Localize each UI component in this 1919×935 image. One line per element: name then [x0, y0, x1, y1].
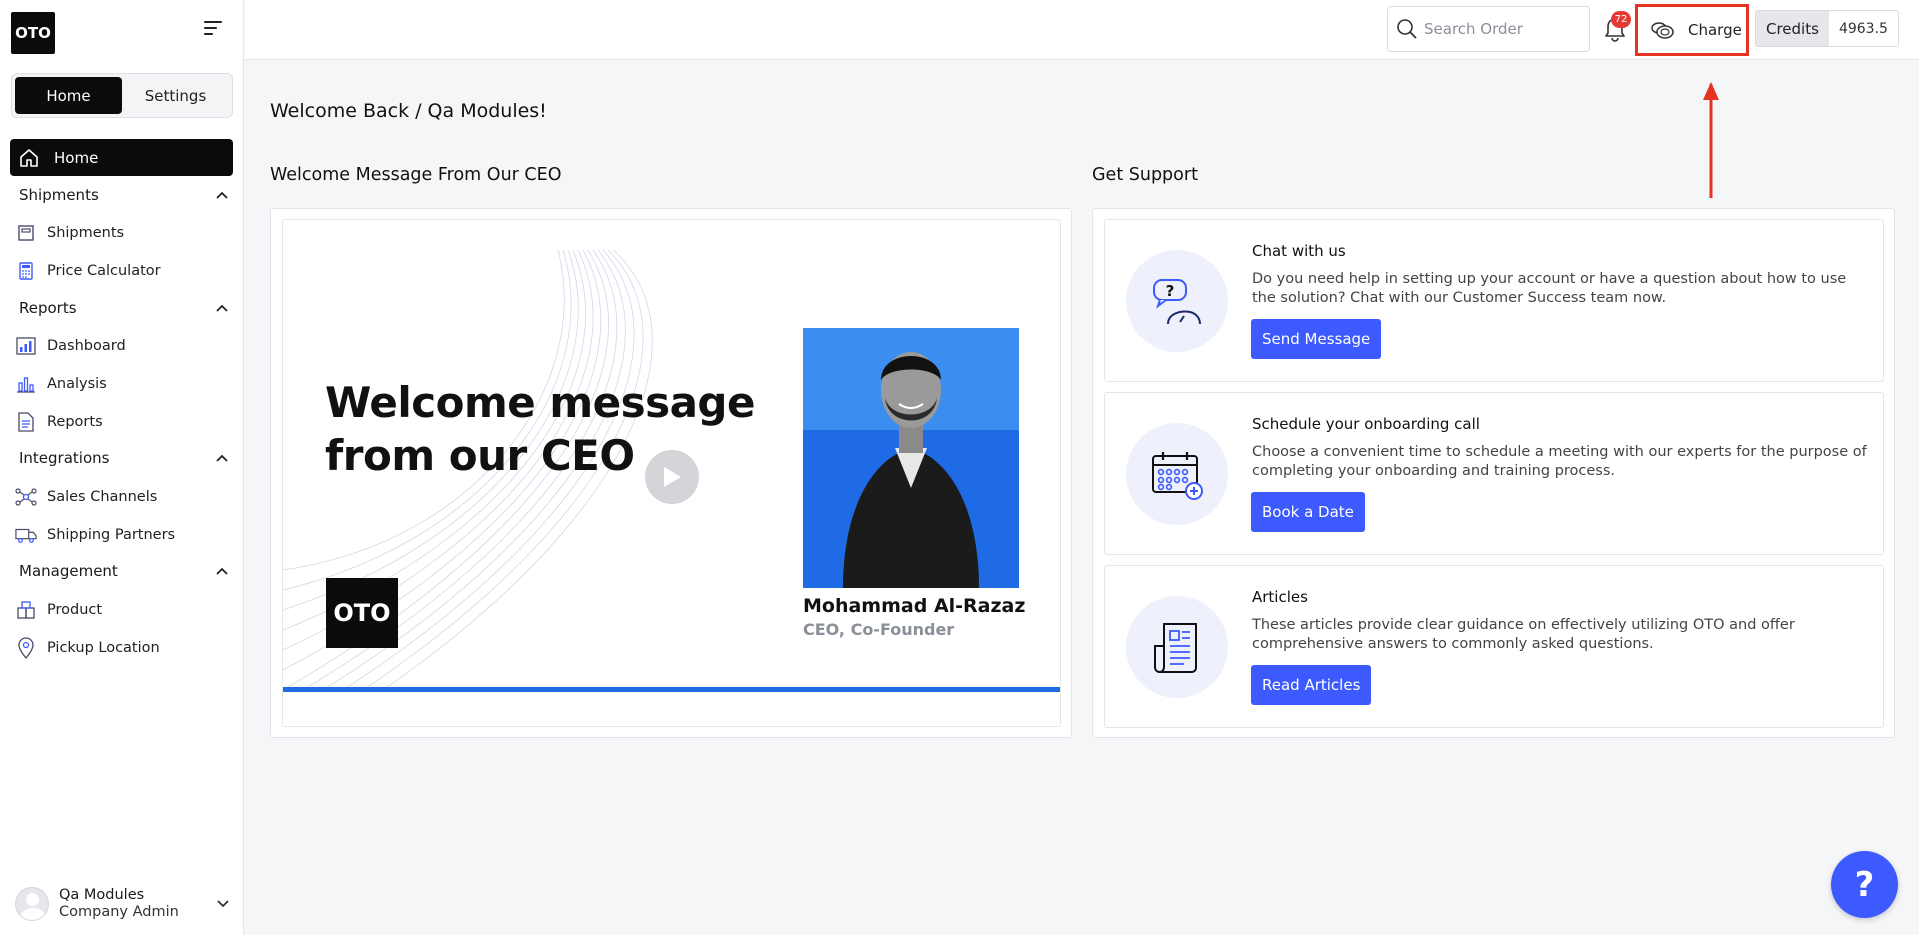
- sidebar-item-label: Home: [54, 148, 99, 167]
- support-title: Chat with us: [1252, 242, 1346, 260]
- charge-button[interactable]: Charge: [1635, 4, 1749, 56]
- support-panel: ? Chat with us Do you need help in setti…: [1092, 208, 1895, 738]
- read-articles-button[interactable]: Read Articles: [1251, 665, 1372, 705]
- sidebar-item-sales-channels[interactable]: Sales Channels: [15, 482, 230, 512]
- sidebar-item-label: Dashboard: [47, 338, 126, 354]
- ceo-portrait-icon: [843, 352, 979, 588]
- support-card-articles: Articles These articles provide clear gu…: [1104, 565, 1884, 728]
- support-card-chat: ? Chat with us Do you need help in setti…: [1104, 219, 1884, 382]
- home-icon: [18, 147, 40, 169]
- search-input[interactable]: [1424, 20, 1584, 38]
- sidebar-item-shipping-partners[interactable]: Shipping Partners: [15, 520, 230, 550]
- tab-settings[interactable]: Settings: [122, 77, 229, 114]
- annotation-arrow-icon: [1703, 82, 1719, 198]
- sidebar-group-shipments[interactable]: Shipments: [19, 186, 229, 204]
- credits-value: 4963.5: [1828, 11, 1898, 46]
- sidebar-group-integrations[interactable]: Integrations: [19, 449, 229, 467]
- group-label: Reports: [19, 299, 77, 317]
- sidebar-item-label: Sales Channels: [47, 489, 158, 505]
- sidebar-item-label: Shipments: [47, 225, 125, 241]
- svg-text:?: ?: [1166, 282, 1175, 300]
- charge-label: Charge: [1688, 21, 1742, 39]
- location-pin-icon: [15, 637, 37, 659]
- sidebar-item-pickup-location[interactable]: Pickup Location: [15, 633, 230, 663]
- credits-label: Credits: [1756, 11, 1829, 46]
- sidebar: OTO Home Settings Home Shipments Shipmen…: [0, 0, 244, 935]
- box-icon: [15, 222, 37, 244]
- coins-icon: [1650, 20, 1676, 40]
- support-desc: Choose a convenient time to schedule a m…: [1252, 444, 1867, 479]
- sidebar-group-management[interactable]: Management: [19, 562, 229, 580]
- page-title: Welcome Back / Qa Modules!: [270, 100, 547, 122]
- user-name: Qa Modules: [59, 887, 145, 903]
- sidebar-item-home[interactable]: Home: [10, 139, 233, 176]
- help-button[interactable]: ?: [1831, 851, 1898, 918]
- chevron-up-icon: [216, 191, 228, 199]
- ceo-photo: [803, 328, 1019, 588]
- chevron-up-icon: [216, 454, 228, 462]
- calendar-icon: [1126, 423, 1228, 525]
- ceo-name: Mohammad Al-Razaz: [803, 595, 1026, 617]
- group-label: Management: [19, 562, 118, 580]
- ceo-video-card[interactable]: Welcome message from our CEO OTO Mohamma…: [282, 219, 1061, 727]
- sidebar-item-label: Price Calculator: [47, 263, 161, 279]
- support-title: Schedule your onboarding call: [1252, 415, 1480, 433]
- sidebar-item-label: Shipping Partners: [47, 527, 176, 543]
- search-box[interactable]: [1387, 6, 1590, 52]
- user-menu[interactable]: Qa Modules Company Admin: [15, 884, 230, 924]
- sidebar-item-label: Pickup Location: [47, 640, 160, 656]
- tab-home[interactable]: Home: [15, 77, 122, 114]
- sidebar-item-analysis[interactable]: Analysis: [15, 369, 230, 399]
- oto-logo[interactable]: OTO: [11, 12, 55, 54]
- ceo-role: CEO, Co-Founder: [803, 620, 955, 639]
- support-section-title: Get Support: [1092, 165, 1198, 185]
- article-icon: [1126, 596, 1228, 698]
- notification-count-badge: 72: [1611, 11, 1631, 28]
- credits-display: Credits 4963.5: [1755, 10, 1899, 47]
- sidebar-item-label: Reports: [47, 414, 103, 430]
- chat-icon: ?: [1126, 250, 1228, 352]
- send-message-button[interactable]: Send Message: [1251, 319, 1382, 359]
- support-title: Articles: [1252, 588, 1308, 606]
- support-desc: These articles provide clear guidance on…: [1252, 617, 1795, 652]
- play-icon[interactable]: [645, 450, 699, 504]
- calculator-icon: [15, 260, 37, 282]
- chevron-down-icon: [217, 900, 229, 908]
- chevron-up-icon: [216, 304, 228, 312]
- avatar: [15, 887, 49, 921]
- headline-line-1: Welcome message: [325, 378, 755, 427]
- sidebar-item-label: Product: [47, 602, 103, 618]
- support-card-schedule: Schedule your onboarding call Choose a c…: [1104, 392, 1884, 555]
- ceo-section-title: Welcome Message From Our CEO: [270, 165, 562, 185]
- group-label: Integrations: [19, 449, 110, 467]
- dashboard-icon: [15, 335, 37, 357]
- menu-collapse-icon[interactable]: [204, 20, 222, 36]
- document-icon: [15, 411, 37, 433]
- truck-icon: [15, 524, 37, 546]
- book-a-date-button[interactable]: Book a Date: [1251, 492, 1365, 532]
- user-role: Company Admin: [59, 904, 179, 920]
- sidebar-item-price-calculator[interactable]: Price Calculator: [15, 256, 230, 286]
- sidebar-item-dashboard[interactable]: Dashboard: [15, 331, 230, 361]
- chevron-up-icon: [216, 567, 228, 575]
- product-icon: [15, 599, 37, 621]
- sidebar-item-shipments[interactable]: Shipments: [15, 218, 230, 248]
- oto-card-logo: OTO: [326, 578, 398, 648]
- sidebar-tab-switch: Home Settings: [11, 73, 233, 118]
- search-icon: [1397, 19, 1417, 39]
- ceo-message-panel: Welcome message from our CEO OTO Mohamma…: [270, 208, 1072, 738]
- network-icon: [15, 486, 37, 508]
- sidebar-item-reports[interactable]: Reports: [15, 407, 230, 437]
- group-label: Shipments: [19, 186, 99, 204]
- sidebar-item-product[interactable]: Product: [15, 595, 230, 625]
- progress-bar: [283, 687, 1060, 692]
- sidebar-item-label: Analysis: [47, 376, 107, 392]
- sidebar-group-reports[interactable]: Reports: [19, 299, 229, 317]
- support-desc: Do you need help in setting up your acco…: [1252, 271, 1847, 306]
- bar-chart-icon: [15, 373, 37, 395]
